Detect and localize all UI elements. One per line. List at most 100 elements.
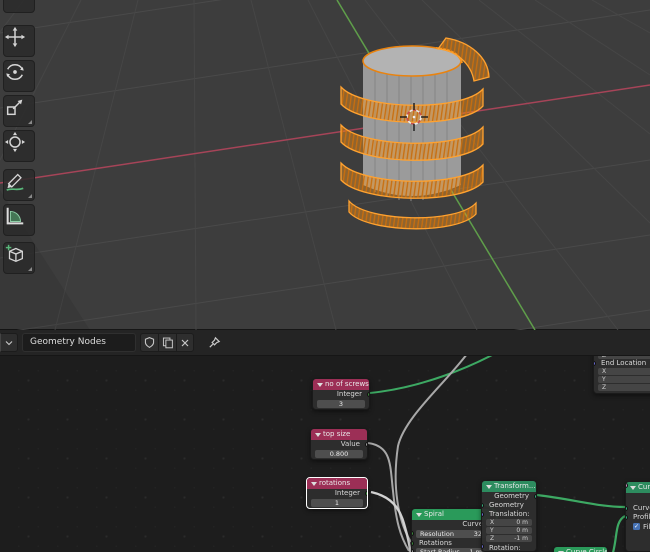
node-editor-canvas[interactable]: no of screws Integer 3 top size Value 0.… [0,356,650,552]
3d-viewport[interactable] [0,0,650,330]
node-title: top size [323,430,351,438]
value-output-socket[interactable] [365,442,367,447]
datablock-buttons [140,333,194,352]
translation-x-field[interactable]: X0 m [486,519,532,526]
node-header[interactable]: top size [311,429,367,440]
output-row: Curve [412,520,490,529]
collapse-icon [486,485,492,489]
output-row: Integer [313,390,369,399]
subtool-indicator [28,194,32,198]
translation-z-field[interactable]: Z -1 m [486,535,532,542]
output-row: Geometry [482,492,536,501]
node-header[interactable]: Curve to Mesh [626,482,650,493]
node-spiral[interactable]: Spiral Curve Resolution 32 Rotations Star… [411,508,491,552]
translation-y-field[interactable]: Y0 m [486,527,532,534]
node-header[interactable]: Spiral [412,509,490,520]
tool-shelf [3,0,37,330]
transform-tool-button[interactable] [3,130,35,162]
end-location-input-socket[interactable] [594,361,596,366]
cursor-icon [4,0,26,4]
node-top-size[interactable]: top size Value 0.800 [310,428,368,460]
chevron-down-icon [5,340,13,345]
output-row: Value [311,440,367,449]
geometry-input-row: Geometry [482,501,536,510]
node-title: Curve Circle [566,548,608,552]
resolution-field[interactable]: Resolution 32 [412,530,486,538]
wire-circle-ctm [611,515,626,552]
end-z-field[interactable]: Z0 m [598,384,650,391]
unlink-button[interactable] [176,333,194,352]
curve-input-row: Curve [626,504,650,513]
wire-transform-ctm [536,493,626,509]
node-tree-dropdown[interactable] [0,333,18,352]
output-row: Integer [307,489,367,498]
node-header[interactable]: Curve Circle [554,547,607,552]
pin-button[interactable] [207,333,222,352]
annotate-tool-button[interactable] [3,169,35,201]
new-datablock-button[interactable] [158,333,176,352]
node-title: Curve to Mesh [638,483,650,491]
wire-top-size [367,442,410,552]
node-title: Transform... [494,482,536,490]
node-title: Spiral [424,510,444,518]
resolution-input-socket[interactable] [412,531,414,536]
geometry-output-socket[interactable] [534,494,536,499]
collapse-icon [311,482,317,486]
shield-icon [144,337,155,348]
blender-window: Geometry Nodes no of screws Integer 3 to… [0,0,650,552]
scale-icon [6,99,23,116]
fill-caps-row: ✓ Fill Caps [626,483,650,531]
add-cube-tool-button[interactable] [3,242,35,274]
rotation-input-socket[interactable] [482,544,484,549]
cursor-tool-button[interactable] [3,0,35,13]
curve-input-socket[interactable] [626,506,628,511]
move-tool-button[interactable] [3,25,35,57]
translation-input-socket[interactable] [482,512,484,517]
start-radius-field[interactable]: Start Radius 1 m [412,548,486,552]
rotations-input-socket[interactable] [412,541,414,546]
node-title: no of screws [325,380,369,388]
integer-value-field[interactable]: 3 [317,400,365,408]
measure-icon [6,207,24,225]
value-field[interactable]: 0.800 [315,450,363,458]
node-rotations[interactable]: rotations Integer 1 [306,477,368,509]
integer-value-field[interactable]: 1 [311,499,363,507]
subtool-indicator [28,120,32,124]
viewport-scene [0,0,650,330]
z-field[interactable]: Z0 m [598,356,650,359]
node-header[interactable]: Transform... [482,481,536,492]
node-curve-circle[interactable]: Curve Circle [553,546,608,552]
geometry-input-socket[interactable] [482,503,484,508]
end-location-label: End Location [594,359,650,367]
fill-caps-checkbox[interactable]: ✓ [633,523,640,530]
scale-tool-button[interactable] [3,95,35,127]
fake-user-button[interactable] [140,333,158,352]
duplicate-icon [162,337,173,349]
integer-output-socket[interactable] [367,392,369,397]
node-header[interactable]: no of screws [313,379,369,390]
collapse-icon [630,486,636,490]
fill-caps-label: Fill Caps [643,522,650,531]
rotation-label: Rotation: [482,544,536,551]
floor-grid [0,0,650,330]
integer-output-socket[interactable] [365,491,367,496]
subtool-indicator [28,267,32,271]
profile-curve-input-socket[interactable] [626,515,628,520]
node-curve-line-fragment[interactable]: Z0 m End Location X0 m Y0 m Z0 m [593,356,650,394]
pin-icon [209,336,221,348]
node-no-of-screws[interactable]: no of screws Integer 3 [312,378,370,410]
measure-tool-button[interactable] [3,204,35,236]
node-header[interactable]: rotations [307,478,367,489]
profile-curve-input-row: Profile Curve [626,513,650,522]
rotate-tool-button[interactable] [3,60,35,92]
rotations-input-row: Rotations [412,539,490,547]
node-tree-name-input[interactable]: Geometry Nodes [22,333,136,352]
node-curve-to-mesh[interactable]: Curve to Mesh Curve Profile Curve ✓ Fill… [625,481,650,552]
close-icon [181,339,189,346]
end-y-field[interactable]: Y0 m [598,376,650,383]
collapse-icon [315,433,321,437]
clipped-output-row [626,493,650,504]
end-x-field[interactable]: X0 m [598,368,650,375]
annotate-icon [6,173,24,191]
node-transform[interactable]: Transform... Geometry Geometry Translati… [481,480,537,552]
